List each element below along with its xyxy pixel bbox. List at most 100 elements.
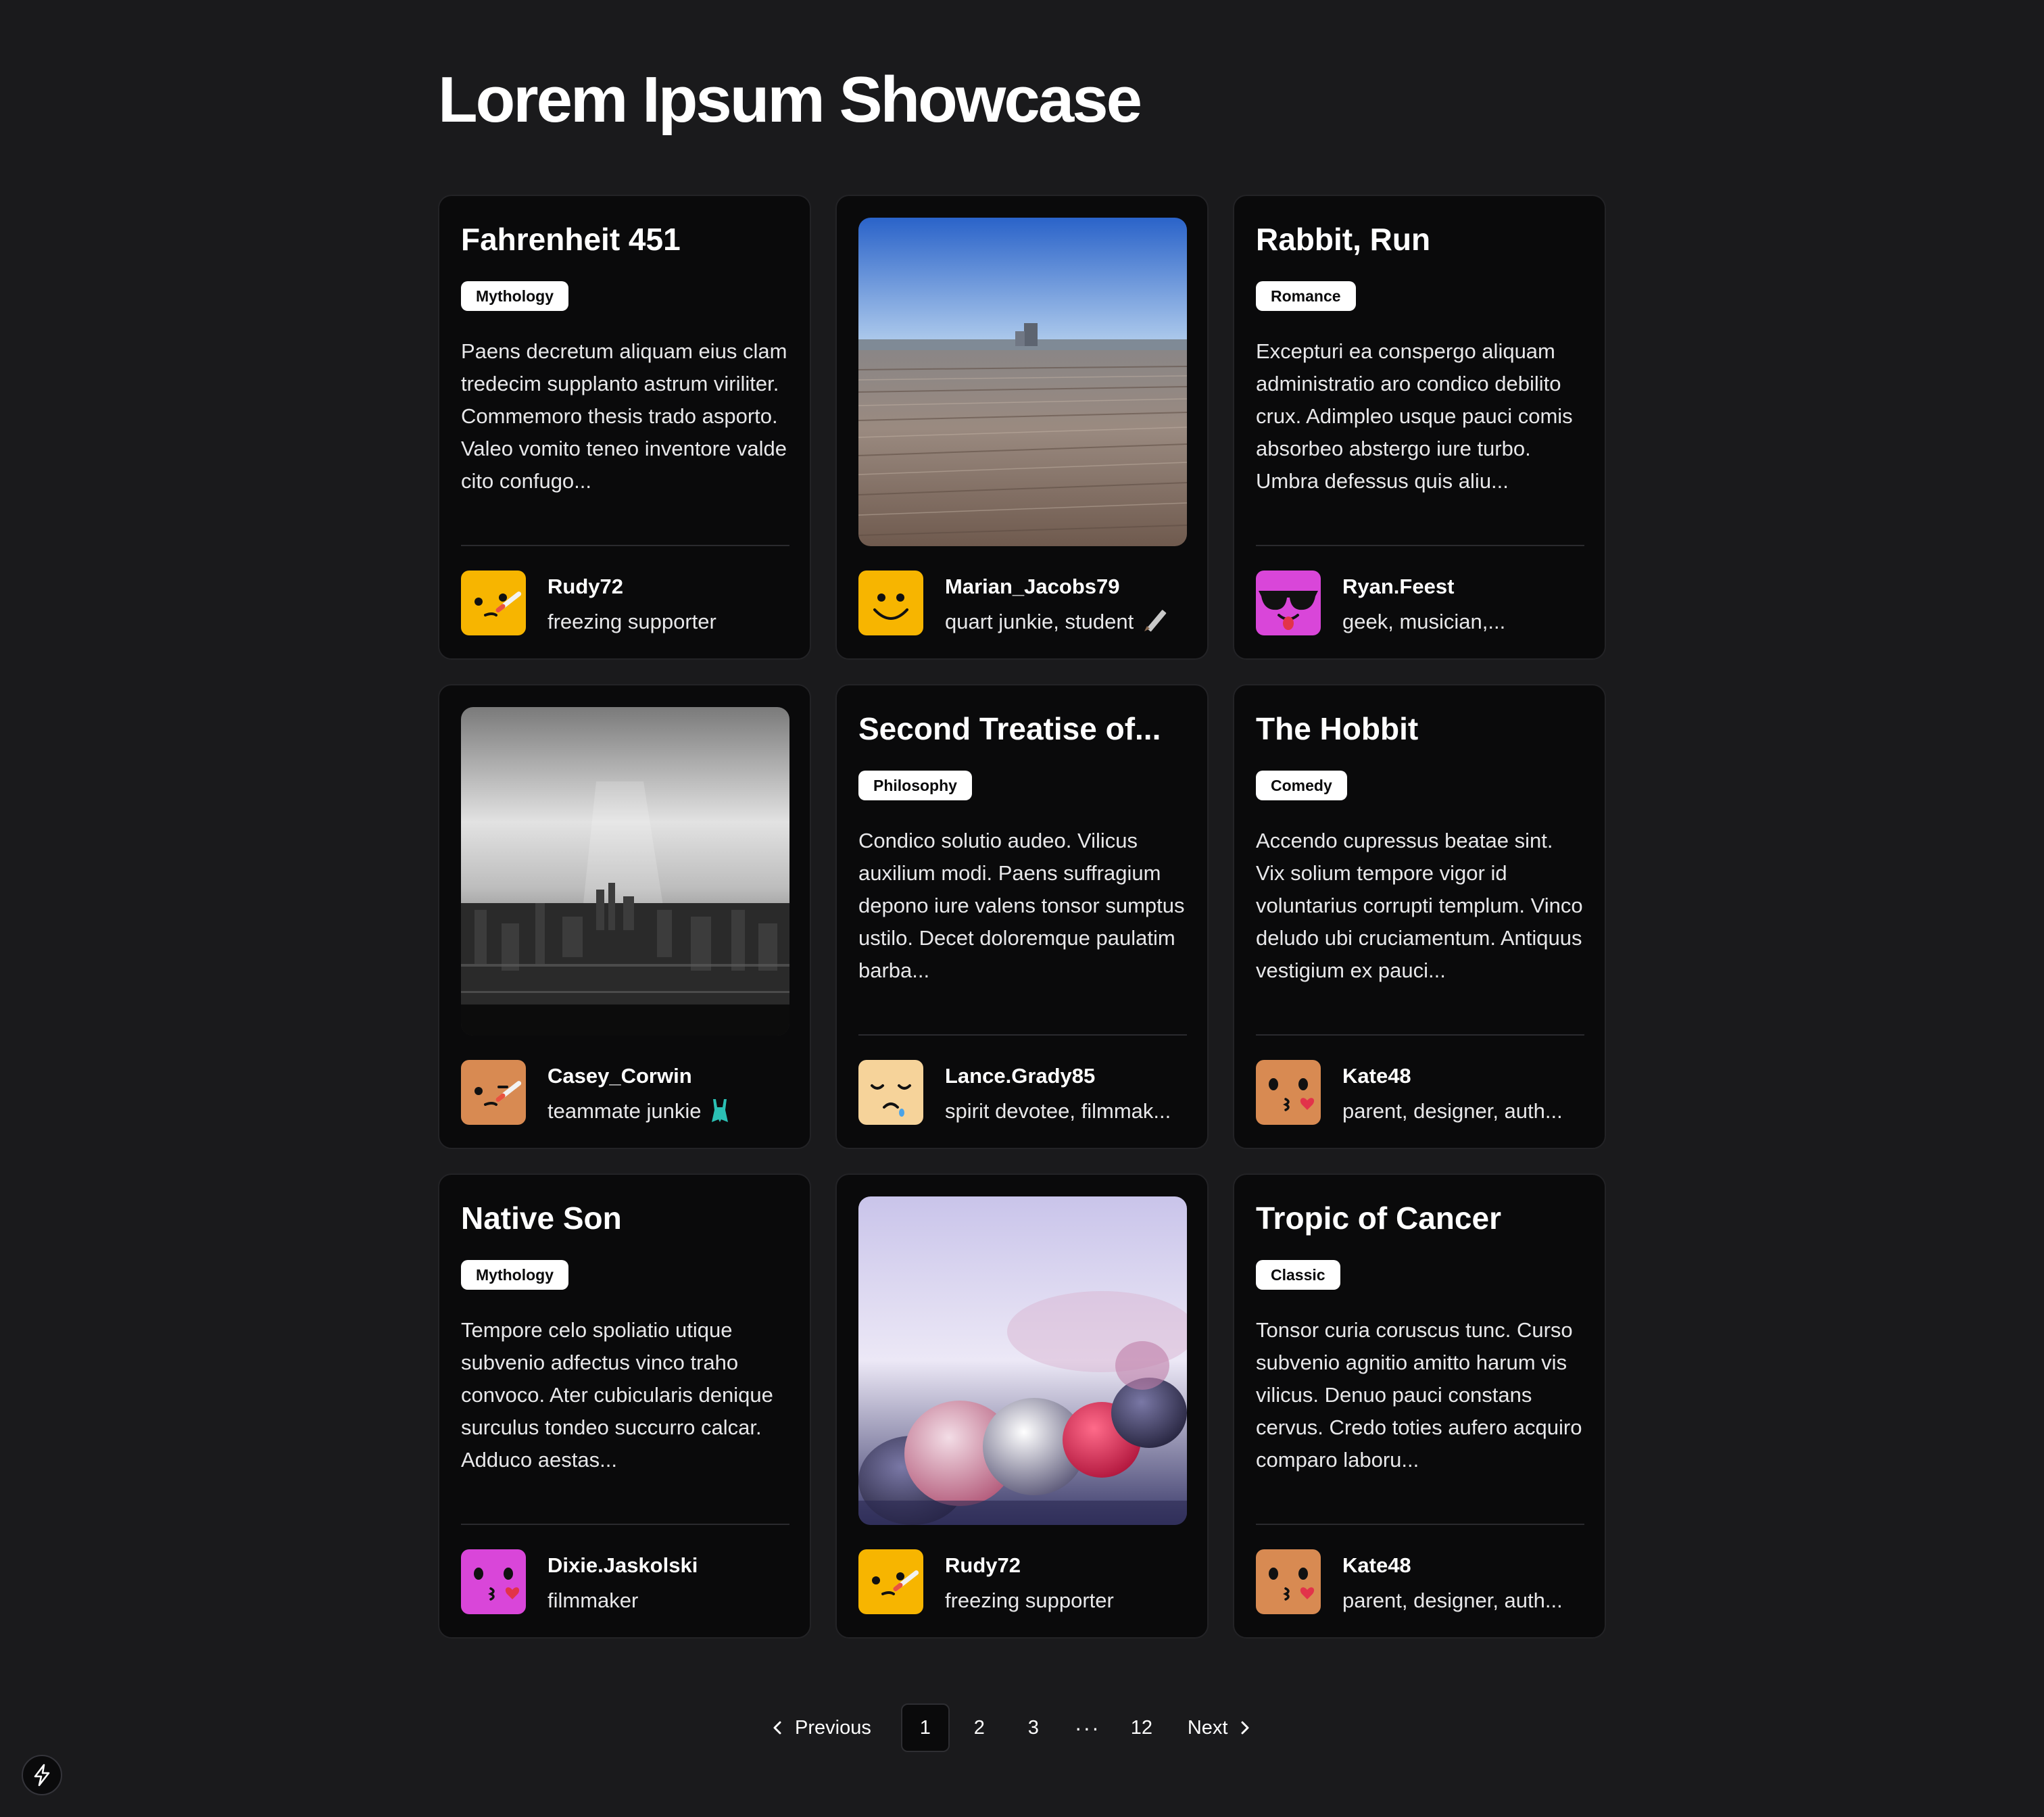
kissing-face-icon (461, 1549, 526, 1614)
chevron-right-icon (1241, 1721, 1249, 1735)
divider (1256, 1034, 1584, 1036)
author-block[interactable]: Marian_Jacobs79 quart junkie, student (858, 571, 1190, 637)
author-bio: teammate junkie (548, 1099, 702, 1123)
page-2-button[interactable]: 2 (955, 1703, 1004, 1752)
previous-page-button[interactable]: Previous (771, 1703, 898, 1752)
author-bio: geek, musician,... (1342, 610, 1506, 633)
post-card[interactable]: The Hobbit Comedy Accendo cupressus beat… (1233, 684, 1606, 1149)
avatar[interactable] (858, 1549, 923, 1614)
author-bio: filmmaker (548, 1589, 639, 1612)
card-excerpt: Condico solutio audeo. Vilicus auxilium … (858, 829, 1185, 982)
author-bio: freezing supporter (548, 610, 716, 633)
post-image[interactable] (858, 1196, 1187, 1525)
card-grid: Fahrenheit 451 Mythology Paens decretum … (438, 195, 1606, 1639)
post-card[interactable]: Second Treatise of... Philosophy Condico… (835, 684, 1209, 1149)
author-bio: parent, designer, auth... (1342, 1099, 1563, 1123)
author-name[interactable]: Kate48 (1342, 1061, 1411, 1091)
author-name[interactable]: Lance.Grady85 (945, 1061, 1095, 1091)
post-card[interactable]: Rabbit, Run Romance Excepturi ea consper… (1233, 195, 1606, 660)
author-block[interactable]: Ryan.Feest geek, musician,... (1256, 571, 1587, 637)
card-title[interactable]: Second Treatise of... (858, 710, 1187, 748)
post-card[interactable]: Native Son Mythology Tempore celo spolia… (438, 1173, 811, 1639)
post-card[interactable]: Fahrenheit 451 Mythology Paens decretum … (438, 195, 811, 660)
card-excerpt: Tempore celo spoliatio utique subvenio a… (461, 1318, 773, 1472)
smiling-face-icon (858, 571, 923, 635)
author-name[interactable]: Rudy72 (548, 572, 623, 602)
card-excerpt: Paens decretum aliquam eius clam tredeci… (461, 339, 787, 493)
author-block[interactable]: Kate48 parent, designer, auth... (1256, 1549, 1587, 1616)
divider (461, 1524, 789, 1525)
swimsuit-icon (712, 1099, 729, 1122)
avatar[interactable] (1256, 571, 1321, 635)
card-excerpt: Accendo cupressus beatae sint. Vix soliu… (1256, 829, 1583, 982)
card-title[interactable]: The Hobbit (1256, 710, 1584, 748)
chevron-left-icon (773, 1721, 781, 1735)
sleepy-face-icon (858, 1060, 923, 1125)
card-title[interactable]: Rabbit, Run (1256, 220, 1584, 258)
author-name[interactable]: Kate48 (1342, 1551, 1411, 1580)
kissing-face-icon (1256, 1060, 1321, 1125)
divider (858, 1034, 1187, 1036)
card-title[interactable]: Fahrenheit 451 (461, 220, 789, 258)
post-image[interactable] (461, 707, 789, 1036)
author-name[interactable]: Marian_Jacobs79 (945, 572, 1119, 602)
category-tag: Comedy (1256, 771, 1347, 800)
city-skyline-photo (461, 707, 789, 1036)
author-name[interactable]: Dixie.Jaskolski (548, 1551, 698, 1580)
category-tag: Philosophy (858, 771, 972, 800)
avatar[interactable] (1256, 1060, 1321, 1125)
category-tag: Romance (1256, 281, 1356, 311)
divider (1256, 545, 1584, 546)
previous-label: Previous (795, 1716, 871, 1739)
wooden-deck-photo (858, 218, 1187, 546)
next-label: Next (1187, 1716, 1228, 1739)
author-block[interactable]: Rudy72 freezing supporter (461, 571, 792, 637)
avatar[interactable] (1256, 1549, 1321, 1614)
face-with-thermometer-icon (461, 1060, 526, 1125)
sunglasses-face-icon (1256, 571, 1321, 635)
pencil-icon (1144, 610, 1167, 632)
author-bio: quart junkie, student (945, 610, 1134, 633)
category-tag: Mythology (461, 1260, 568, 1290)
divider (461, 545, 789, 546)
page: Lorem Ipsum Showcase Fahrenheit 451 Myth… (0, 0, 2044, 1817)
post-card[interactable]: Marian_Jacobs79 quart junkie, student (835, 195, 1209, 660)
divider (1256, 1524, 1584, 1525)
frozen-berries-photo (858, 1196, 1187, 1525)
page-12-button[interactable]: 12 (1117, 1703, 1166, 1752)
author-block[interactable]: Kate48 parent, designer, auth... (1256, 1060, 1587, 1126)
face-with-thermometer-icon (858, 1549, 923, 1614)
lightning-bolt-icon (34, 1764, 50, 1787)
author-name[interactable]: Rudy72 (945, 1551, 1021, 1580)
avatar[interactable] (461, 1549, 526, 1614)
author-bio: parent, designer, auth... (1342, 1589, 1563, 1612)
author-name[interactable]: Ryan.Feest (1342, 572, 1454, 602)
card-excerpt: Tonsor curia coruscus tunc. Curso subven… (1256, 1318, 1582, 1472)
author-block[interactable]: Lance.Grady85 spirit devotee, filmmak... (858, 1060, 1190, 1126)
avatar[interactable] (461, 1060, 526, 1125)
author-bio-row: teammate junkie (548, 1096, 732, 1126)
avatar[interactable] (858, 1060, 923, 1125)
author-bio: freezing supporter (945, 1589, 1114, 1612)
card-title[interactable]: Tropic of Cancer (1256, 1199, 1584, 1237)
author-name[interactable]: Casey_Corwin (548, 1061, 692, 1091)
post-card[interactable]: Tropic of Cancer Classic Tonsor curia co… (1233, 1173, 1606, 1639)
page-1-button[interactable]: 1 (900, 1703, 950, 1752)
card-title[interactable]: Native Son (461, 1199, 789, 1237)
dev-tools-button[interactable] (22, 1755, 62, 1795)
author-block[interactable]: Rudy72 freezing supporter (858, 1549, 1190, 1616)
author-bio: spirit devotee, filmmak... (945, 1099, 1171, 1123)
next-page-button[interactable]: Next (1169, 1703, 1252, 1752)
page-title: Lorem Ipsum Showcase (438, 64, 1142, 136)
avatar[interactable] (858, 571, 923, 635)
post-card[interactable]: Rudy72 freezing supporter (835, 1173, 1209, 1639)
post-image[interactable] (858, 218, 1187, 546)
avatar[interactable] (461, 571, 526, 635)
author-bio-row: quart junkie, student (945, 607, 1167, 637)
page-3-button[interactable]: 3 (1009, 1703, 1058, 1752)
category-tag: Classic (1256, 1260, 1340, 1290)
author-block[interactable]: Casey_Corwin teammate junkie (461, 1060, 792, 1126)
post-card[interactable]: Casey_Corwin teammate junkie (438, 684, 811, 1149)
kissing-face-icon (1256, 1549, 1321, 1614)
author-block[interactable]: Dixie.Jaskolski filmmaker (461, 1549, 792, 1616)
